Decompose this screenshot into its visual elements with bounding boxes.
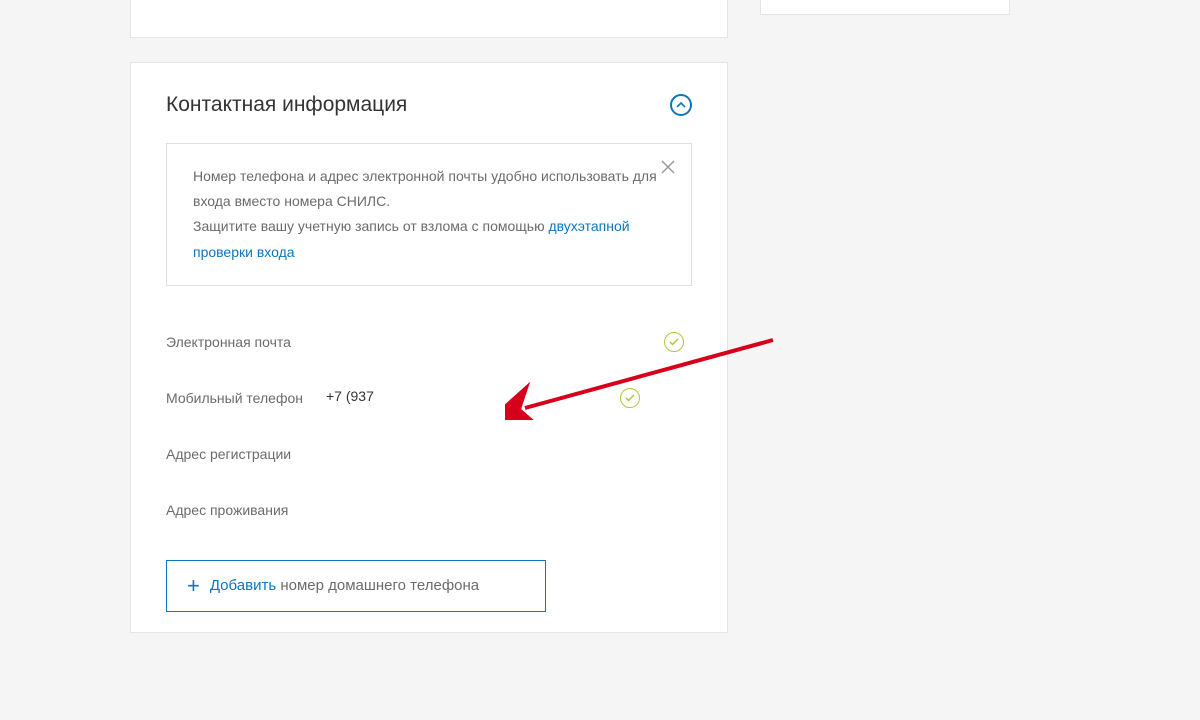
living-address-row[interactable]: Адрес проживания [166,484,692,540]
previous-card-bottom [130,0,728,38]
info-text-2-prefix: Защитите вашу учетную запись от взлома с… [193,218,548,234]
info-text-2: Защитите вашу учетную запись от взлома с… [193,214,665,264]
chevron-up-icon [676,100,686,110]
mobile-row[interactable]: Мобильный телефон +7 (937 [166,372,692,428]
add-button-rest: номер домашнего телефона [276,577,479,594]
mobile-verified-icon [620,388,640,408]
registration-address-label: Адрес регистрации [166,444,326,465]
info-text-1: Номер телефона и адрес электронной почты… [193,164,665,214]
add-button-lead: Добавить [210,577,276,594]
add-button-text: Добавить номер домашнего телефона [210,577,479,594]
mobile-label: Мобильный телефон [166,388,326,409]
plus-icon: + [187,575,200,597]
contact-info-card: Контактная информация Номер телефона и а… [130,62,728,633]
add-home-phone-button[interactable]: + Добавить номер домашнего телефона [166,560,546,612]
living-address-label: Адрес проживания [166,500,326,521]
close-icon [659,158,677,176]
collapse-toggle[interactable] [670,94,692,116]
info-box: Номер телефона и адрес электронной почты… [166,143,692,286]
registration-address-row[interactable]: Адрес регистрации [166,428,692,484]
card-header: Контактная информация [166,93,692,117]
card-title: Контактная информация [166,93,407,117]
check-icon [669,338,679,346]
check-icon [625,394,635,402]
email-row[interactable]: Электронная почта [166,316,692,372]
side-card-bottom [760,0,1010,15]
email-label: Электронная почта [166,332,326,353]
email-verified-icon [664,332,684,352]
close-info-button[interactable] [659,158,677,181]
